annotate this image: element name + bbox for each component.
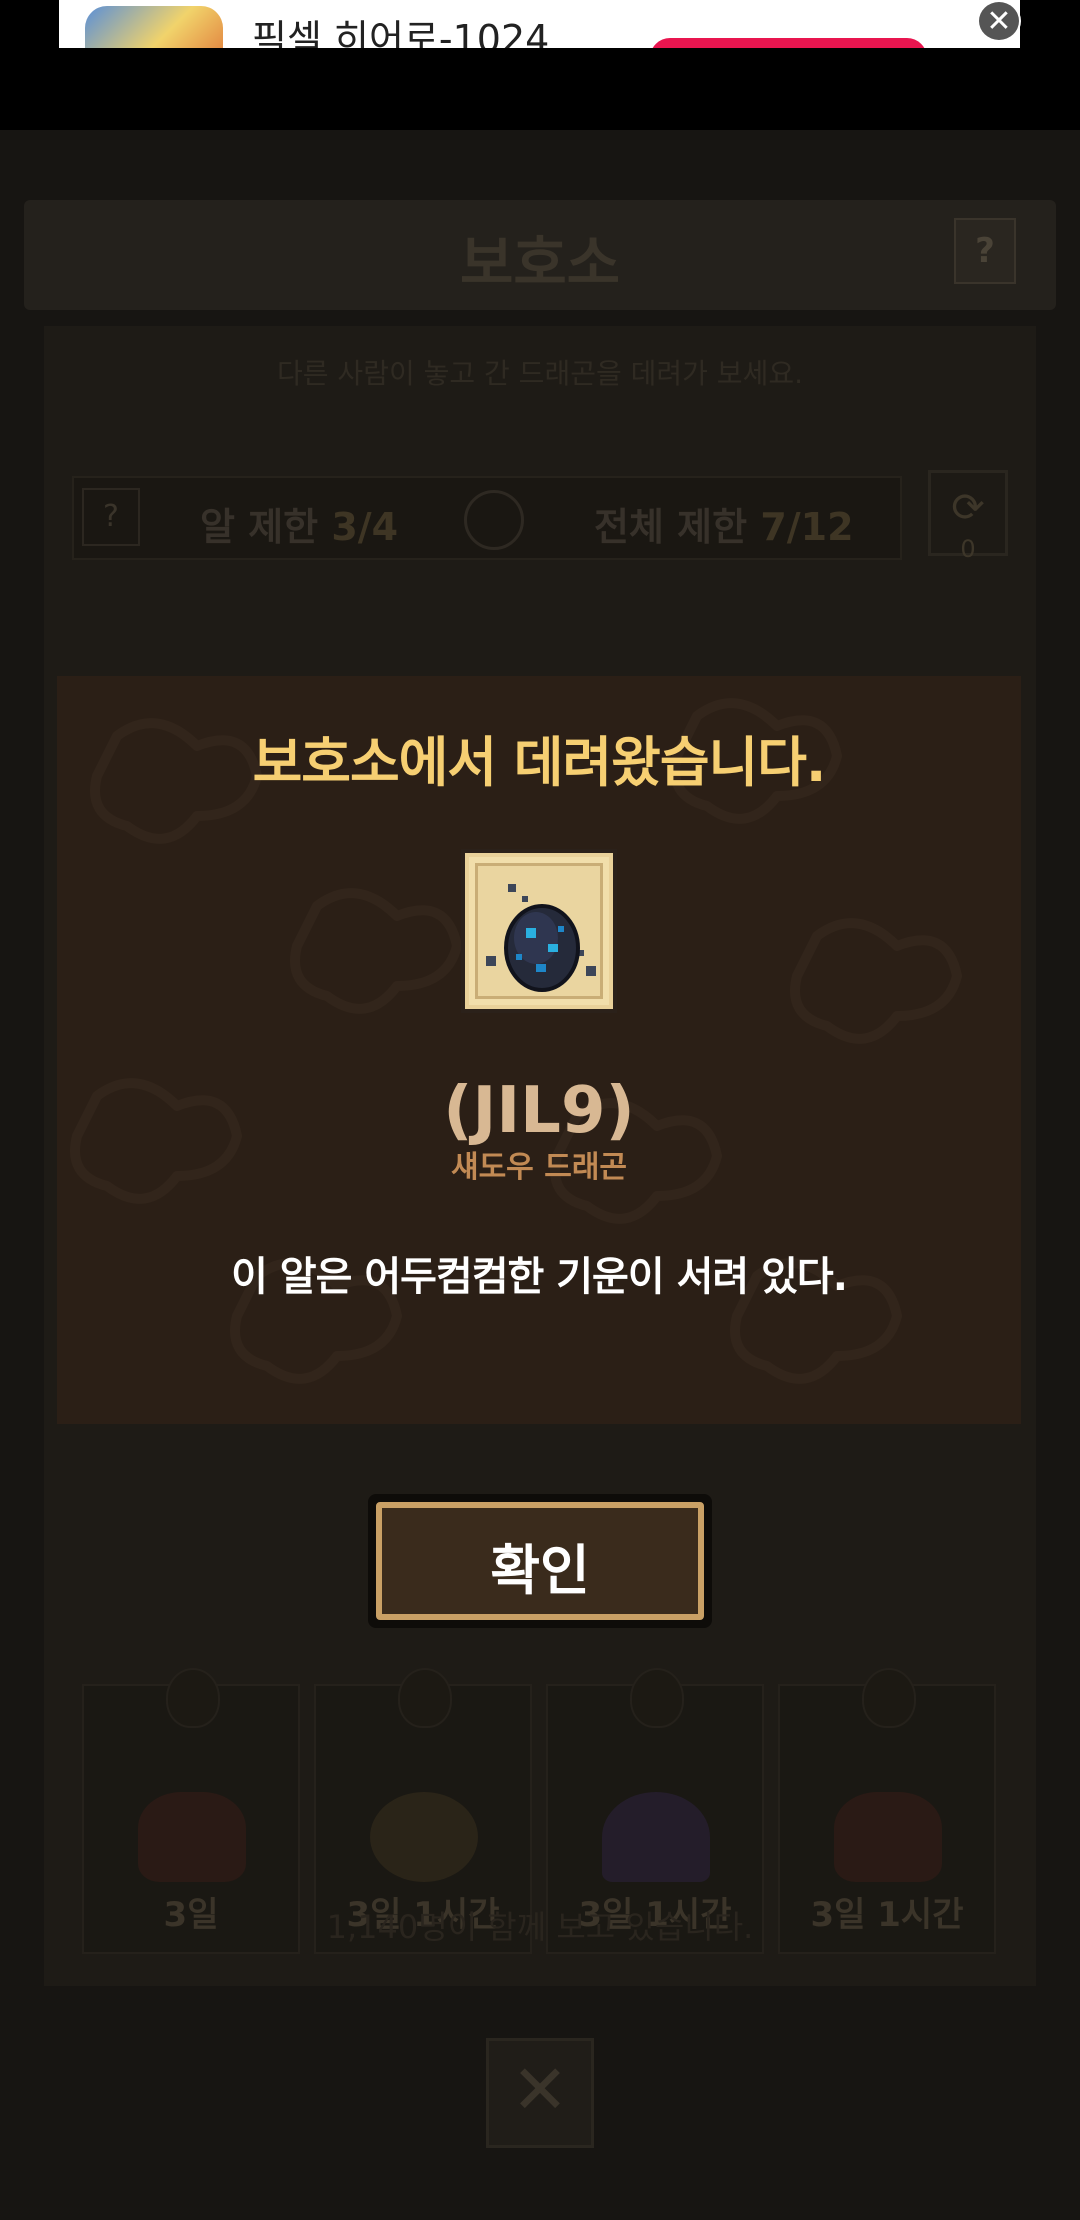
top-spacer (0, 48, 1080, 130)
adopt-result-modal: 보호소에서 데려왔습니다. (JIL9) 섀도우 드래곤 이 알은 어두컴컴한 … (57, 676, 1021, 1424)
confirm-button-frame: 확인 (376, 1502, 704, 1620)
egg-description: 이 알은 어두컴컴한 기운이 서려 있다. (231, 1254, 848, 1300)
ad-banner[interactable]: 픽셀 히어로-1024 (59, 0, 1020, 48)
refresh-button[interactable]: ⟳ 0 (928, 470, 1008, 561)
dragon-sprite (834, 1792, 942, 1882)
egg-limit: 알 제한 3/4 (200, 496, 398, 551)
limit-help-button[interactable]: ? (82, 488, 140, 546)
viewers-count-text: 1,140명이 함께 보고 있습니다. (326, 1908, 754, 1946)
refresh-icon: ⟳ (951, 485, 985, 531)
egg-icon (630, 1668, 684, 1728)
egg-card (461, 849, 617, 1013)
dragon-medal-icon (464, 490, 524, 550)
egg-card-frame (475, 863, 603, 999)
egg-icon (862, 1668, 916, 1728)
slime-sprite (602, 1792, 710, 1882)
refresh-count: 0 (960, 535, 976, 563)
close-button[interactable]: ✕ (486, 2038, 594, 2148)
egg-sprite (370, 1792, 478, 1882)
total-limit: 전체 제한 7/12 (594, 496, 854, 551)
egg-limit-value: 3/4 (331, 505, 399, 549)
modal-title: 보호소에서 데려왔습니다. (252, 731, 827, 794)
confirm-button[interactable]: 확인 (368, 1494, 712, 1628)
ad-app-icon[interactable] (85, 6, 223, 48)
dragon-sprite (138, 1792, 246, 1882)
ad-close-icon[interactable]: ✕ (977, 0, 1021, 42)
egg-limit-label: 알 제한 (200, 505, 319, 549)
ad-install-button[interactable] (650, 38, 927, 48)
egg-type: 섀도우 드래곤 (450, 1150, 628, 1185)
egg-icon (398, 1668, 452, 1728)
confirm-button-label: 확인 (490, 1539, 590, 1602)
page-title: 보호소 (459, 229, 621, 297)
total-limit-label: 전체 제한 (594, 505, 748, 549)
limit-bar: ? 알 제한 3/4 전체 제한 7/12 (72, 476, 902, 560)
egg-icon (166, 1668, 220, 1728)
shadow-dragon-egg-icon (486, 884, 596, 992)
egg-name: (JIL9) (443, 1074, 635, 1148)
shelter-header: 보호소 ? (24, 200, 1056, 310)
help-button[interactable]: ? (954, 218, 1016, 284)
ad-title[interactable]: 픽셀 히어로-1024 (252, 18, 549, 48)
total-limit-value: 7/12 (760, 505, 854, 549)
description-line-1: 다른 사람이 놓고 간 드래곤을 데려가 보세요. (277, 357, 803, 390)
